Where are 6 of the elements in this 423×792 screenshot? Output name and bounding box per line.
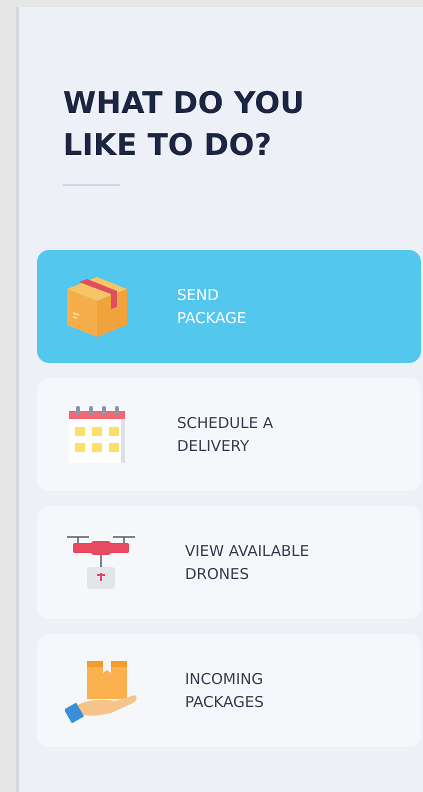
page-title: WHAT DO YOU LIKE TO DO? [63, 85, 306, 165]
action-card[interactable]: SCHEDULE A DELIVERY [37, 378, 421, 491]
action-card[interactable]: INCOMING PACKAGES [37, 634, 421, 747]
hand-with-package-icon [65, 658, 137, 722]
package-icon [65, 274, 129, 338]
action-card[interactable]: VIEW AVAILABLE DRONES [37, 506, 421, 619]
